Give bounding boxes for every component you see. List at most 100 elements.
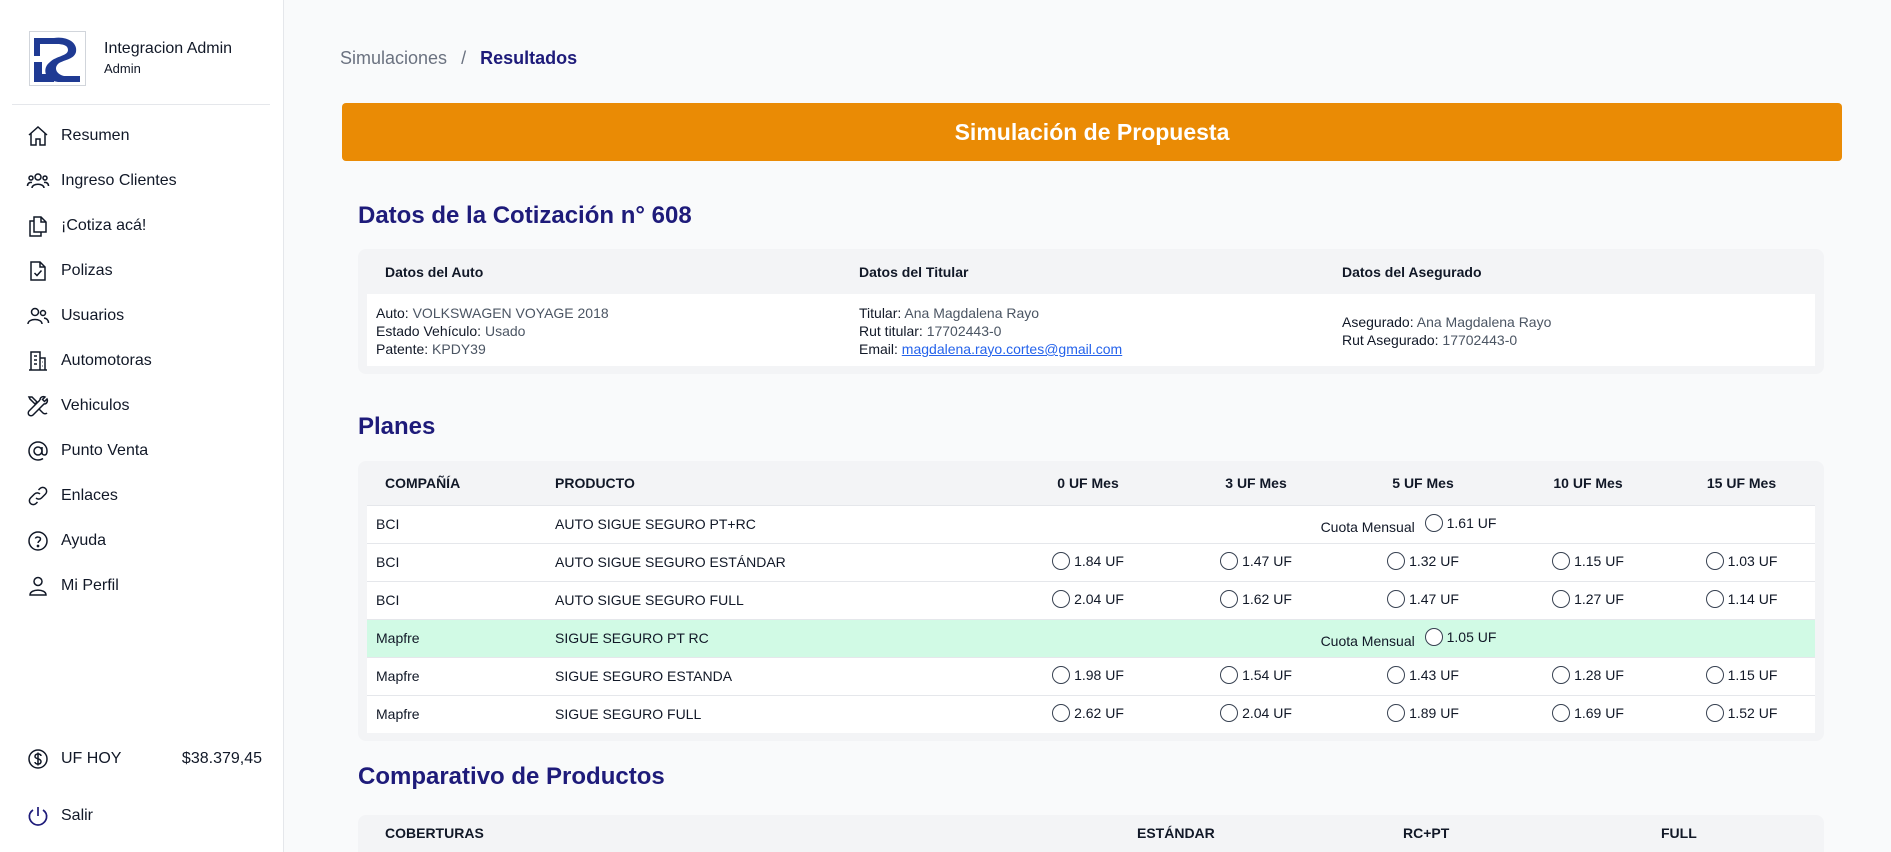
- sidebar-item-polizas[interactable]: Polizas: [26, 248, 177, 293]
- price-option[interactable]: 1.43 UF: [1387, 665, 1459, 684]
- radio-button[interactable]: [1387, 703, 1406, 722]
- quote-header-titular: Datos del Titular: [859, 264, 969, 280]
- building-icon: [26, 349, 50, 373]
- radio-button[interactable]: [1387, 589, 1406, 608]
- radio-button[interactable]: [1220, 703, 1239, 722]
- vehicle-state-value: Usado: [484, 323, 526, 339]
- radio-button[interactable]: [1387, 665, 1406, 684]
- price-option[interactable]: 1.98 UF: [1052, 665, 1124, 684]
- plan-cuota-cell: Cuota Mensual 1.61 UF: [1002, 504, 1815, 543]
- sidebar-item-ingreso-clientes[interactable]: Ingreso Clientes: [26, 158, 177, 203]
- sidebar-item-vehiculos[interactable]: Vehiculos: [26, 383, 177, 428]
- price-option[interactable]: 1.47 UF: [1387, 589, 1459, 608]
- plan-row-highlighted: Mapfre SIGUE SEGURO PT RC Cuota Mensual …: [367, 618, 1815, 657]
- radio-button[interactable]: [1552, 589, 1571, 608]
- sidebar-item-resumen[interactable]: Resumen: [26, 113, 177, 158]
- breadcrumb-resultados: Resultados: [480, 48, 578, 68]
- titular-details: Titular: Ana Magdalena Rayo Rut titular:…: [859, 304, 1122, 358]
- cuota-option[interactable]: 1.05 UF: [1424, 627, 1496, 646]
- price-option[interactable]: 1.89 UF: [1387, 703, 1459, 722]
- cuota-label: Cuota Mensual: [1320, 632, 1415, 649]
- sidebar-item-ayuda[interactable]: Ayuda: [26, 518, 177, 563]
- email-link[interactable]: magdalena.rayo.cortes@gmail.com: [902, 341, 1122, 357]
- price-value: 1.52 UF: [1727, 704, 1778, 721]
- auto-label: Auto:: [376, 305, 409, 321]
- price-option[interactable]: 1.47 UF: [1220, 551, 1292, 570]
- rut-asegurado-label: Rut Asegurado:: [1342, 332, 1439, 348]
- price-value: 1.62 UF: [1242, 590, 1292, 607]
- radio-button[interactable]: [1705, 589, 1724, 608]
- price-option[interactable]: 1.14 UF: [1705, 589, 1777, 608]
- radio-button[interactable]: [1052, 703, 1071, 722]
- plan-row: BCI AUTO SIGUE SEGURO ESTÁNDAR 1.84 UF 1…: [367, 542, 1815, 581]
- plans-header-row: COMPAÑÍA PRODUCTO 0 UF Mes 3 UF Mes 5 UF…: [367, 461, 1815, 505]
- sidebar-nav: Resumen Ingreso Clientes ¡Cotiza acá! Po…: [26, 113, 177, 608]
- price-option[interactable]: 1.32 UF: [1387, 551, 1459, 570]
- price-value: 1.47 UF: [1242, 552, 1292, 569]
- radio-button[interactable]: [1424, 627, 1443, 646]
- radio-button[interactable]: [1424, 513, 1443, 532]
- sidebar-item-mi-perfil[interactable]: Mi Perfil: [26, 563, 177, 608]
- sidebar-item-usuarios[interactable]: Usuarios: [26, 293, 177, 338]
- radio-button[interactable]: [1705, 703, 1724, 722]
- breadcrumb-simulaciones[interactable]: Simulaciones: [340, 48, 447, 69]
- radio-button[interactable]: [1052, 589, 1071, 608]
- price-option[interactable]: 1.27 UF: [1552, 589, 1624, 608]
- cuota-label: Cuota Mensual: [1320, 518, 1415, 535]
- uf-today: UF HOY $38.379,45: [26, 745, 262, 773]
- asegurado-details: Asegurado: Ana Magdalena Rayo Rut Asegur…: [1342, 313, 1551, 349]
- plans-title: Planes: [358, 413, 436, 440]
- price-option[interactable]: 2.04 UF: [1220, 703, 1292, 722]
- price-option[interactable]: 1.69 UF: [1552, 703, 1624, 722]
- price-option[interactable]: 1.84 UF: [1052, 551, 1124, 570]
- sidebar-item-punto-venta[interactable]: Punto Venta: [26, 428, 177, 473]
- radio-button[interactable]: [1052, 551, 1071, 570]
- plan-company: Mapfre: [367, 656, 555, 695]
- comparison-title: Comparativo de Productos: [358, 763, 665, 790]
- price-option[interactable]: 1.54 UF: [1220, 665, 1292, 684]
- radio-button[interactable]: [1220, 551, 1239, 570]
- sidebar-item-label: Ayuda: [61, 531, 107, 549]
- price-option[interactable]: 1.28 UF: [1552, 665, 1624, 684]
- cuota-option[interactable]: 1.61 UF: [1424, 513, 1496, 532]
- price-option[interactable]: 2.04 UF: [1052, 589, 1124, 608]
- col-0uf: 0 UF Mes: [1002, 461, 1174, 505]
- price-option[interactable]: 1.15 UF: [1705, 665, 1777, 684]
- plan-product: AUTO SIGUE SEGURO FULL: [555, 580, 1002, 619]
- sidebar-item-label: Vehiculos: [61, 396, 130, 414]
- price-option[interactable]: 1.62 UF: [1220, 589, 1292, 608]
- breadcrumb: Simulaciones / Resultados: [340, 48, 577, 69]
- plan-cuota-cell: Cuota Mensual 1.05 UF: [1002, 618, 1815, 657]
- radio-button[interactable]: [1552, 551, 1571, 570]
- price-value: 2.04 UF: [1242, 704, 1292, 721]
- titular-label: Titular:: [859, 305, 902, 321]
- sidebar-item-enlaces[interactable]: Enlaces: [26, 473, 177, 518]
- price-value: 1.69 UF: [1574, 704, 1624, 721]
- price-option[interactable]: 1.03 UF: [1705, 551, 1777, 570]
- radio-button[interactable]: [1705, 551, 1724, 570]
- logout-button[interactable]: Salir: [26, 804, 93, 828]
- plan-product: SIGUE SEGURO FULL: [555, 694, 1002, 733]
- price-value: 1.43 UF: [1409, 666, 1459, 683]
- radio-button[interactable]: [1220, 589, 1239, 608]
- sidebar-item-label: Punto Venta: [61, 441, 149, 459]
- at-sign-icon: [26, 439, 50, 463]
- plate-value: KPDY39: [432, 341, 486, 357]
- quote-header-auto: Datos del Auto: [385, 264, 484, 280]
- radio-button[interactable]: [1552, 665, 1571, 684]
- sidebar: Integracion Admin Admin Resumen Ingreso …: [0, 0, 284, 852]
- price-option[interactable]: 1.15 UF: [1552, 551, 1624, 570]
- price-option[interactable]: 1.52 UF: [1705, 703, 1778, 722]
- radio-button[interactable]: [1552, 703, 1571, 722]
- radio-button[interactable]: [1220, 665, 1239, 684]
- sidebar-item-label: Resumen: [61, 126, 130, 144]
- sidebar-item-automotoras[interactable]: Automotoras: [26, 338, 177, 383]
- col-3uf: 3 UF Mes: [1174, 461, 1338, 505]
- radio-button[interactable]: [1705, 665, 1724, 684]
- radio-button[interactable]: [1387, 551, 1406, 570]
- rut-titular-label: Rut titular:: [859, 323, 923, 339]
- radio-button[interactable]: [1052, 665, 1071, 684]
- sidebar-item-cotiza[interactable]: ¡Cotiza acá!: [26, 203, 177, 248]
- price-option[interactable]: 2.62 UF: [1052, 703, 1124, 722]
- col-15uf: 15 UF Mes: [1668, 461, 1815, 505]
